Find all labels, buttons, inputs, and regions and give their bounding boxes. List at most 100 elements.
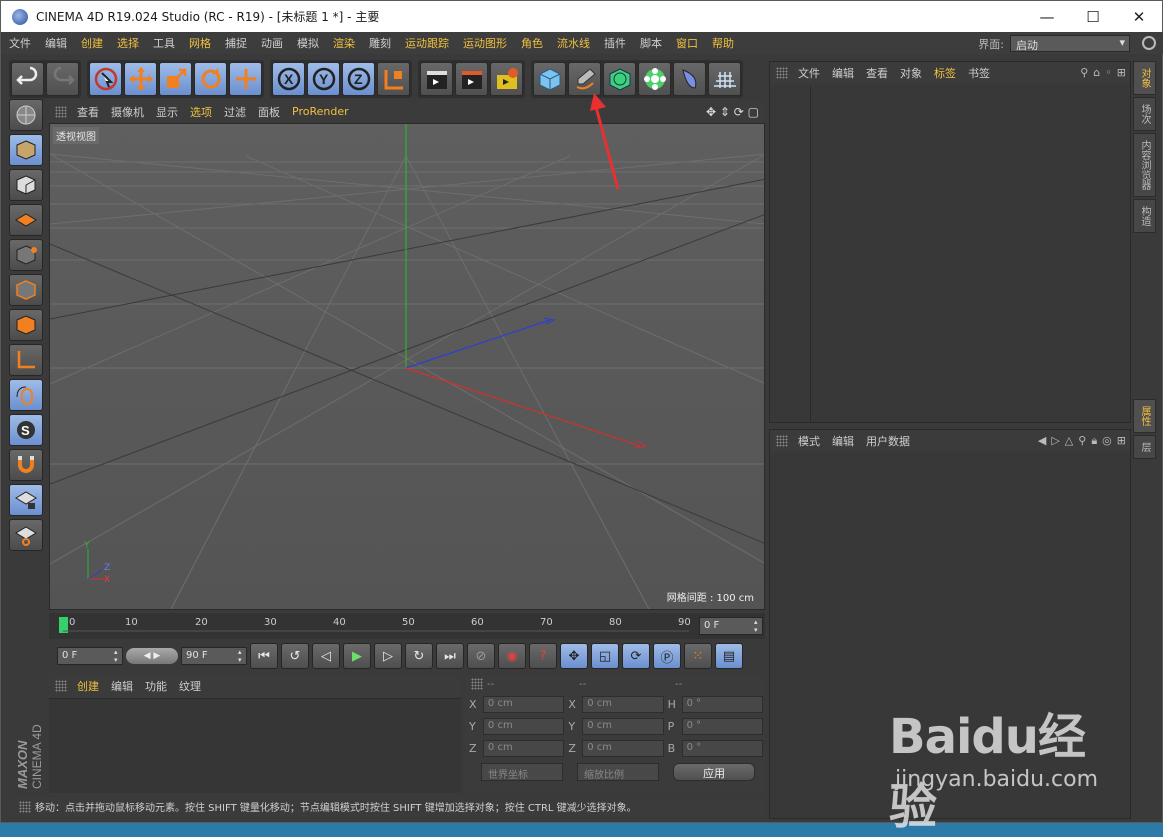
rotation-b-field[interactable]: 0 ° <box>681 739 763 757</box>
autokey-button[interactable]: ◉ <box>498 643 526 669</box>
menu-mesh[interactable]: 网格 <box>182 35 218 51</box>
tweak-mode-button[interactable] <box>9 379 43 411</box>
redo-button[interactable] <box>46 62 79 96</box>
transform-tool-button[interactable] <box>229 62 262 96</box>
z-axis-lock-button[interactable]: Z <box>342 62 375 96</box>
live-selection-button[interactable] <box>89 62 122 96</box>
back-arrow-icon[interactable]: ◀ <box>1038 434 1046 448</box>
menu-create[interactable]: 创建 <box>74 35 110 51</box>
target-icon[interactable]: ◎ <box>1102 434 1112 448</box>
attr-menu-userdata[interactable]: 用户数据 <box>860 433 916 449</box>
mat-menu-texture[interactable]: 纹理 <box>173 678 207 694</box>
position-y-field[interactable]: 0 cm <box>482 717 565 735</box>
floor-object-button[interactable] <box>708 62 741 96</box>
key-pla-button[interactable]: ⁙ <box>684 643 712 669</box>
position-z-field[interactable]: 0 cm <box>482 739 565 757</box>
snap-button[interactable] <box>9 449 43 481</box>
timeline-ruler[interactable]: 0 10 20 30 40 50 60 70 80 90 0 F <box>49 613 765 639</box>
key-param-button[interactable]: Ⓟ <box>653 643 681 669</box>
menu-mograph[interactable]: 运动图形 <box>456 35 514 51</box>
layout-dropdown[interactable]: 启动 <box>1010 35 1130 52</box>
menu-simulate[interactable]: 模拟 <box>290 35 326 51</box>
obj-menu-objects[interactable]: 对象 <box>894 65 928 81</box>
up-arrow-icon[interactable]: △ <box>1065 434 1073 448</box>
attr-menu-mode[interactable]: 模式 <box>792 433 826 449</box>
goto-end-button[interactable]: ⏭ <box>436 643 464 669</box>
texture-mode-button[interactable] <box>9 169 43 201</box>
goto-start-button[interactable]: ⏮ <box>250 643 278 669</box>
tab-layers[interactable]: 层 <box>1133 435 1156 459</box>
tab-takes[interactable]: 场次 <box>1133 97 1156 131</box>
obj-menu-file[interactable]: 文件 <box>792 65 826 81</box>
size-x-field[interactable]: 0 cm <box>582 695 664 713</box>
key-rotation-button[interactable]: ⟳ <box>622 643 650 669</box>
menu-edit[interactable]: 编辑 <box>38 35 74 51</box>
forward-arrow-icon[interactable]: ▷ <box>1051 434 1059 448</box>
minimize-button[interactable]: — <box>1024 1 1070 32</box>
mat-menu-edit[interactable]: 编辑 <box>105 678 139 694</box>
prev-key-button[interactable]: ↺ <box>281 643 309 669</box>
key-position-button[interactable]: ✥ <box>560 643 588 669</box>
scale-tool-button[interactable] <box>159 62 192 96</box>
x-axis-lock-button[interactable]: X <box>272 62 305 96</box>
new-panel-icon[interactable]: ⊞ <box>1117 434 1126 448</box>
new-panel-icon[interactable]: ⊞ <box>1117 66 1126 79</box>
position-x-field[interactable]: 0 cm <box>482 695 565 713</box>
viewport-nav-icons[interactable]: ✥ ⇕ ⟳ ▢ <box>706 105 759 119</box>
perspective-viewport[interactable]: Y Z X 透视视图 网格间距 : 100 cm <box>49 123 765 610</box>
keyframe-selection-button[interactable]: ? <box>529 643 557 669</box>
tab-attributes[interactable]: 属性 <box>1133 399 1156 433</box>
vp-menu-display[interactable]: 显示 <box>150 104 184 120</box>
obj-menu-tags[interactable]: 标签 <box>928 65 962 81</box>
points-mode-button[interactable] <box>9 239 43 271</box>
deformer-button[interactable] <box>673 62 706 96</box>
lock-icon[interactable]: 🔒︎ <box>1091 434 1097 448</box>
menu-script[interactable]: 脚本 <box>633 35 669 51</box>
render-view-button[interactable] <box>420 62 453 96</box>
make-editable-button[interactable] <box>9 99 43 131</box>
object-tree[interactable] <box>770 86 1130 422</box>
edges-mode-button[interactable] <box>9 274 43 306</box>
next-key-button[interactable]: ↻ <box>405 643 433 669</box>
tab-content-browser[interactable]: 内容浏览器 <box>1133 133 1156 197</box>
close-button[interactable]: ✕ <box>1116 1 1162 32</box>
key-scale-button[interactable]: ◱ <box>591 643 619 669</box>
menu-animate[interactable]: 动画 <box>254 35 290 51</box>
model-mode-button[interactable] <box>9 134 43 166</box>
vp-menu-options[interactable]: 选项 <box>184 104 218 120</box>
workplane-mode-button[interactable] <box>9 204 43 236</box>
frame-range-slider[interactable]: ◀ ▶ <box>126 648 178 664</box>
menu-snap[interactable]: 捕捉 <box>218 35 254 51</box>
rotate-tool-button[interactable] <box>194 62 227 96</box>
obj-menu-view[interactable]: 查看 <box>860 65 894 81</box>
home-icon[interactable]: ⌂ <box>1093 66 1100 79</box>
timeline-window-button[interactable]: ▤ <box>715 643 743 669</box>
menu-select[interactable]: 选择 <box>110 35 146 51</box>
vp-menu-filter[interactable]: 过滤 <box>218 104 252 120</box>
play-button[interactable]: ▶ <box>343 643 371 669</box>
search-icon[interactable]: ⚲ <box>1078 434 1086 448</box>
undo-button[interactable] <box>11 62 44 96</box>
scale-mode-dropdown[interactable]: 缩放比例 <box>577 763 659 781</box>
axis-mode-button[interactable] <box>9 344 43 376</box>
attr-menu-edit[interactable]: 编辑 <box>826 433 860 449</box>
render-settings-button[interactable] <box>490 62 523 96</box>
menu-motion-tracker[interactable]: 运动跟踪 <box>398 35 456 51</box>
polygons-mode-button[interactable] <box>9 309 43 341</box>
material-list[interactable] <box>49 698 461 793</box>
menu-window[interactable]: 窗口 <box>669 35 705 51</box>
vp-menu-cameras[interactable]: 摄像机 <box>105 104 150 120</box>
maximize-button[interactable]: ☐ <box>1070 1 1116 32</box>
vp-menu-prorender[interactable]: ProRender <box>286 105 355 118</box>
rotation-p-field[interactable]: 0 ° <box>681 717 763 735</box>
vp-menu-view[interactable]: 查看 <box>71 104 105 120</box>
menu-tools[interactable]: 工具 <box>146 35 182 51</box>
start-frame-field[interactable]: 0 F <box>57 647 123 665</box>
tab-objects[interactable]: 对象 <box>1133 61 1156 95</box>
mat-menu-create[interactable]: 创建 <box>71 678 105 694</box>
world-coordinates-dropdown[interactable]: 世界坐标 <box>481 763 563 781</box>
prev-frame-button[interactable]: ◁ <box>312 643 340 669</box>
planar-workplane-button[interactable] <box>9 519 43 551</box>
menu-help[interactable]: 帮助 <box>705 35 741 51</box>
render-picture-viewer-button[interactable] <box>455 62 488 96</box>
